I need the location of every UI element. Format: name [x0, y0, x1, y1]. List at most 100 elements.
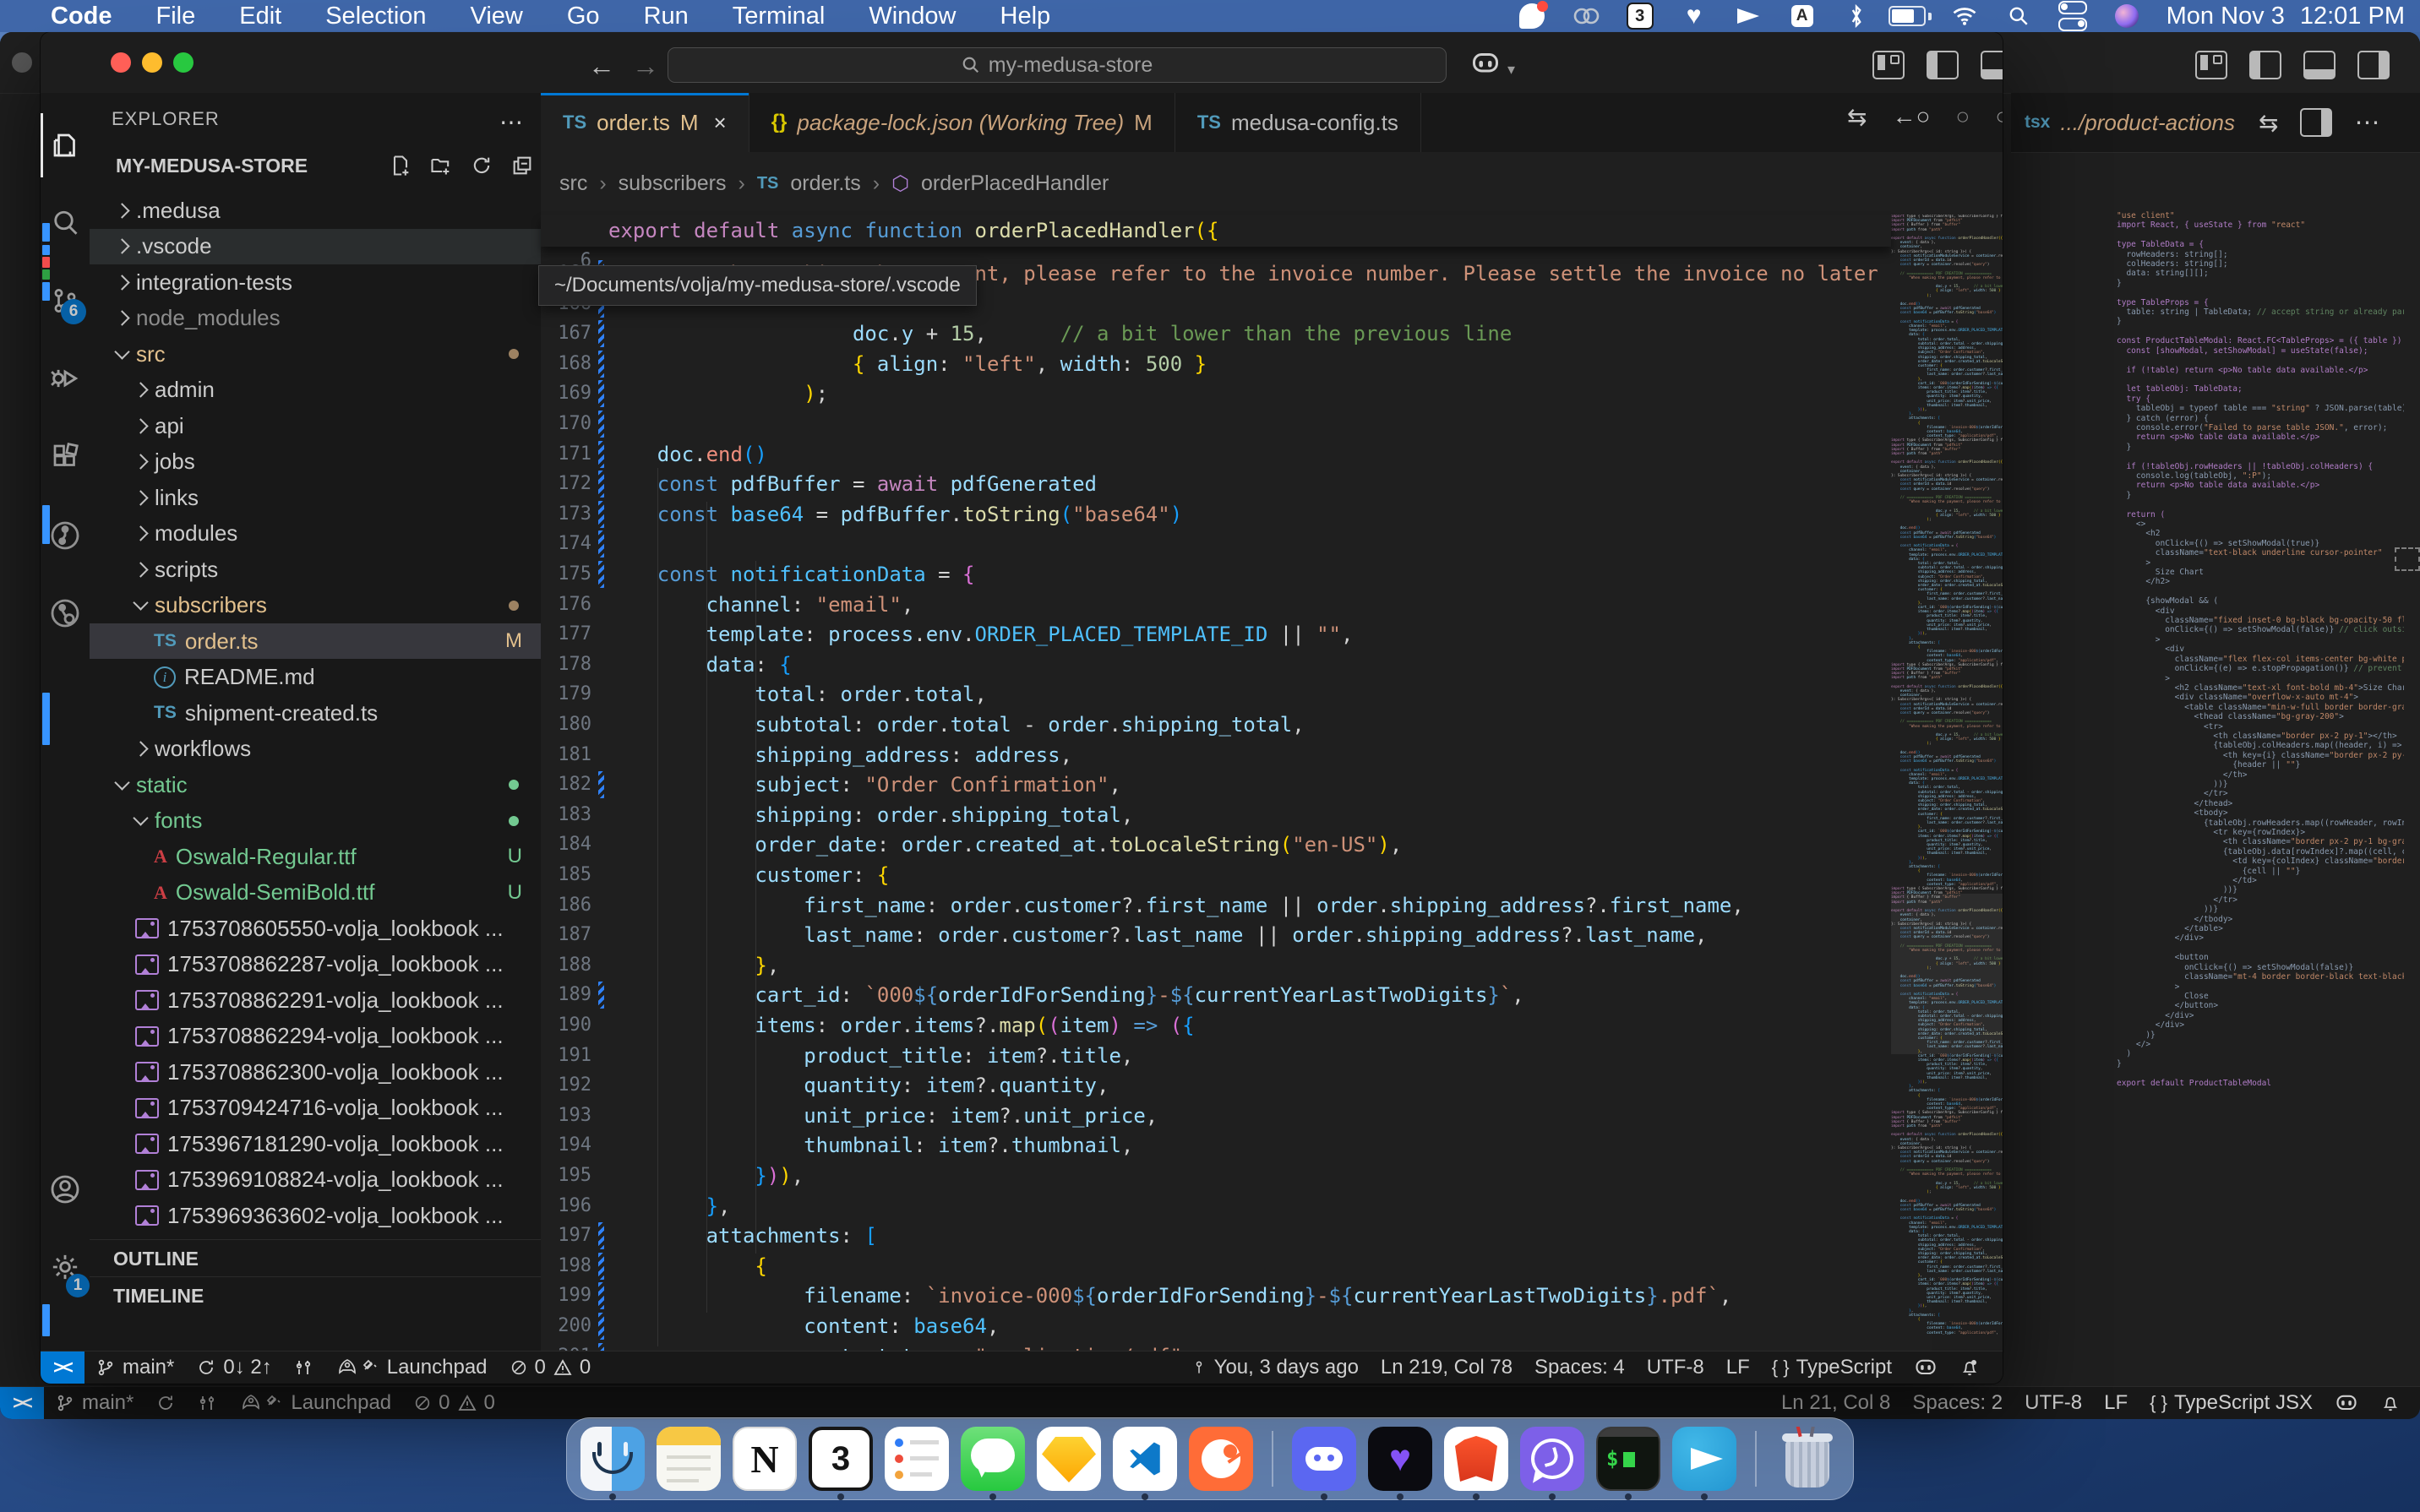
nav-back-icon[interactable]: ← — [588, 51, 615, 82]
file-tree-item-1753969363602-volja-lookbook-...[interactable]: 1753969363602-volja_lookbook ... — [90, 1198, 541, 1233]
gutter-modified-indicator[interactable] — [598, 1282, 604, 1309]
gutter-modified-indicator[interactable] — [598, 501, 604, 528]
collapse-folders-icon[interactable] — [510, 154, 534, 177]
prev-change-icon[interactable]: ←○ — [1892, 103, 1930, 133]
minimap-slider[interactable] — [1891, 894, 2003, 1054]
gutter-modified-indicator[interactable] — [598, 530, 604, 557]
gutter-modified-indicator[interactable] — [598, 1253, 604, 1280]
split-editor-icon[interactable] — [2300, 108, 2332, 137]
breadcrumb-item[interactable]: orderPlacedHandler — [921, 171, 1109, 196]
command-center-search[interactable]: my-medusa-store — [668, 47, 1447, 83]
heart-menubar-icon[interactable]: ♥ — [1680, 3, 1709, 29]
menu-edit[interactable]: Edit — [217, 3, 303, 30]
code-editor[interactable]: 165 "When making the payment, please ref… — [541, 215, 1891, 1384]
dock-sketch[interactable] — [1037, 1427, 1101, 1491]
status-item[interactable] — [283, 1356, 325, 1379]
file-tree-item-.medusa[interactable]: .medusa — [90, 193, 541, 228]
back-tab-label[interactable]: .../product-actions — [2060, 110, 2235, 136]
file-tree-item-integration-tests[interactable]: integration-tests — [90, 264, 541, 300]
customize-layout-icon[interactable] — [1872, 51, 1905, 79]
status-item[interactable]: LF — [2093, 1391, 2139, 1415]
minimap[interactable]: import type { SubscriberArgs, Subscriber… — [1891, 215, 2003, 1384]
new-file-icon[interactable] — [389, 154, 412, 177]
accounts-icon[interactable] — [41, 1157, 90, 1221]
gutter-modified-indicator[interactable] — [598, 411, 604, 438]
siri-menubar-icon[interactable] — [2112, 3, 2141, 29]
file-tree-item-1753708862291-volja-lookbook-...[interactable]: 1753708862291-volja_lookbook ... — [90, 982, 541, 1018]
status-item[interactable] — [144, 1391, 187, 1415]
status-item[interactable]: Launchpad — [325, 1356, 499, 1379]
refresh-icon[interactable] — [470, 154, 493, 177]
dock-messages[interactable] — [961, 1427, 1025, 1491]
compare-changes-icon[interactable]: ⇆ — [2259, 109, 2278, 137]
menu-help[interactable]: Help — [978, 3, 1073, 30]
status-item[interactable]: You, 3 days ago — [1180, 1356, 1370, 1379]
file-tree-item-1753709424716-volja-lookbook-...[interactable]: 1753709424716-volja_lookbook ... — [90, 1090, 541, 1126]
file-tree-item-1753967181290-volja-lookbook-...[interactable]: 1753967181290-volja_lookbook ... — [90, 1126, 541, 1161]
toggle-sidebar-icon[interactable] — [1927, 51, 1959, 79]
menu-view[interactable]: View — [449, 3, 545, 30]
run-debug-icon[interactable] — [41, 346, 90, 411]
back-minimap-slider[interactable] — [2395, 547, 2420, 571]
menu-terminal[interactable]: Terminal — [711, 3, 848, 30]
settings-gear-icon[interactable]: 1 — [41, 1235, 90, 1299]
maximize-button[interactable] — [173, 52, 193, 73]
toggle-secondary-sidebar-icon[interactable] — [2357, 51, 2390, 79]
gutter-modified-indicator[interactable] — [598, 1313, 604, 1340]
menu-code[interactable]: Code — [29, 3, 134, 30]
menu-selection[interactable]: Selection — [303, 3, 448, 30]
dock-finder[interactable] — [580, 1427, 645, 1491]
explorer-icon[interactable] — [41, 113, 90, 177]
menu-run[interactable]: Run — [622, 3, 711, 30]
file-tree-item-modules[interactable]: modules — [90, 516, 541, 552]
timeline-section[interactable]: TIMELINE — [90, 1276, 541, 1314]
dock-vscode[interactable] — [1113, 1427, 1177, 1491]
gitlens-inspect-icon[interactable] — [41, 581, 90, 645]
tab-package-lock[interactable]: {}package-lock.json (Working Tree) M — [749, 93, 1175, 152]
control-center-menubar-icon[interactable] — [2058, 3, 2087, 29]
spotlight-menubar-icon[interactable] — [2004, 3, 2033, 29]
dock-notion-calendar[interactable]: 3 — [809, 1427, 873, 1491]
gutter-modified-indicator[interactable] — [598, 441, 604, 468]
status-item[interactable]: Spaces: 2 — [1901, 1391, 2014, 1415]
dock-viber[interactable] — [1520, 1427, 1584, 1491]
dock-notion[interactable]: N — [733, 1427, 797, 1491]
gutter-modified-indicator[interactable] — [598, 1222, 604, 1249]
file-tree-item-.vscode[interactable]: .vscode — [90, 229, 541, 264]
status-item[interactable]: Ln 21, Col 8 — [1770, 1391, 1901, 1415]
status-item[interactable]: 00 — [402, 1391, 506, 1415]
gutter-modified-indicator[interactable] — [598, 771, 604, 798]
file-tree-item-1753969108824-volja-lookbook-...[interactable]: 1753969108824-volja_lookbook ... — [90, 1162, 541, 1198]
status-item[interactable] — [2369, 1391, 2412, 1415]
status-item[interactable]: main* — [44, 1391, 144, 1415]
menubar-time[interactable]: 12:01 PM — [2300, 3, 2405, 30]
sidebar-more-icon[interactable]: ⋯ — [499, 108, 524, 136]
close-button[interactable] — [111, 52, 131, 73]
status-item[interactable]: { }TypeScript — [1761, 1356, 1903, 1379]
file-tree-item-oswald-regular.ttf[interactable]: AOswald-Regular.ttfU — [90, 839, 541, 874]
dock-reminders[interactable] — [885, 1427, 949, 1491]
status-item[interactable]: main* — [84, 1356, 185, 1379]
dock-postman[interactable] — [1189, 1427, 1253, 1491]
status-item[interactable]: { }TypeScript JSX — [2139, 1391, 2324, 1415]
tab-order-ts[interactable]: TSorder.ts M × — [541, 93, 749, 152]
toggle-panel-icon[interactable] — [1981, 51, 2003, 79]
remote-indicator[interactable]: >< — [0, 1387, 44, 1419]
file-tree-item-1753708862294-volja-lookbook-...[interactable]: 1753708862294-volja_lookbook ... — [90, 1019, 541, 1054]
status-item[interactable] — [1903, 1356, 1949, 1379]
dock-telegram[interactable] — [1672, 1427, 1736, 1491]
file-tree-item-src[interactable]: src — [90, 336, 541, 372]
gutter-modified-indicator[interactable] — [598, 470, 604, 498]
nav-forward-icon[interactable]: → — [632, 51, 659, 82]
tab-medusa-config[interactable]: TSmedusa-config.ts — [1175, 93, 1421, 152]
file-tree-item-order.ts[interactable]: TSorder.tsM — [90, 623, 541, 659]
workspace-section-header[interactable]: MY-MEDUSA-STORE — [98, 147, 534, 184]
status-item[interactable]: Launchpad — [229, 1391, 402, 1415]
extensions-icon[interactable] — [41, 424, 90, 488]
dock-notes[interactable] — [657, 1427, 721, 1491]
toggle-sidebar-icon[interactable] — [2249, 51, 2281, 79]
menu-go[interactable]: Go — [545, 3, 622, 30]
layout-buttons[interactable] — [1872, 51, 2003, 79]
next-change-icon[interactable]: ○→ — [1995, 103, 2003, 133]
status-item[interactable]: LF — [1715, 1356, 1761, 1379]
